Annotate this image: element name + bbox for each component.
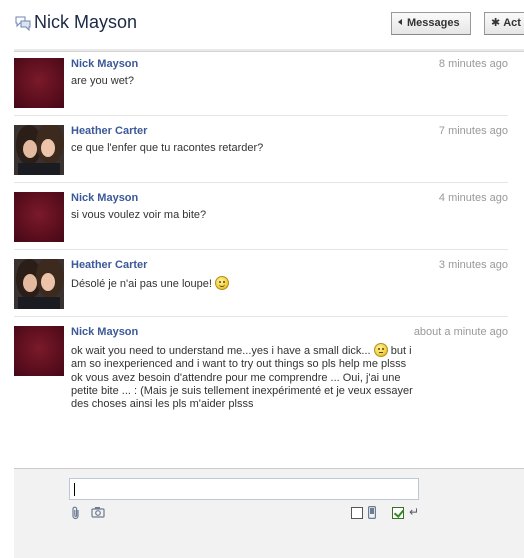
message-text: si vous voulez voir ma bite? — [71, 209, 207, 221]
message-text: ok wait you need to understand me...yes … — [71, 343, 416, 371]
message-divider — [14, 115, 508, 116]
avatar[interactable] — [14, 58, 64, 108]
conversation-header: Nick Mayson Messages ✱ Act — [0, 0, 524, 48]
message-text-part: Désolé je n'ai pas une loupe! — [71, 278, 212, 290]
message-author[interactable]: Heather Carter — [71, 125, 147, 137]
enter-return-icon[interactable]: ↵ — [409, 505, 421, 519]
header-divider — [14, 49, 524, 52]
actions-button-label: Act — [503, 17, 521, 29]
message-text: are you wet? — [71, 75, 134, 87]
camera-icon[interactable] — [91, 506, 105, 520]
message-text: Désolé je n'ai pas une loupe! — [71, 276, 416, 291]
message-timestamp: 8 minutes ago — [438, 58, 508, 70]
avatar[interactable] — [14, 326, 64, 376]
actions-button[interactable]: ✱ Act — [484, 12, 524, 35]
message-item: Nick Mayson 4 minutes ago si vous voulez… — [14, 192, 508, 246]
messages-button-label: Messages — [407, 17, 460, 29]
message-body: ce que l'enfer que tu racontes retarder? — [71, 142, 416, 156]
message-author[interactable]: Heather Carter — [71, 259, 147, 271]
avatar[interactable] — [14, 125, 64, 175]
message-body: Désolé je n'ai pas une loupe! — [71, 276, 416, 292]
phone-icon[interactable] — [367, 506, 377, 520]
message-composer: ↵ — [14, 468, 524, 558]
back-to-messages-button[interactable]: Messages — [391, 12, 471, 35]
message-divider — [14, 182, 508, 183]
message-timestamp: 7 minutes ago — [438, 125, 508, 137]
checkbox-empty[interactable] — [351, 507, 363, 519]
message-timestamp: 4 minutes ago — [438, 192, 508, 204]
message-item: Heather Carter 3 minutes ago Désolé je n… — [14, 259, 508, 313]
message-text: ok vous avez besoin d'attendre pour me c… — [71, 372, 413, 410]
chat-bubbles-icon — [15, 16, 31, 31]
avatar[interactable] — [14, 192, 64, 242]
message-author[interactable]: Nick Mayson — [71, 192, 138, 204]
message-author[interactable]: Nick Mayson — [71, 326, 138, 338]
gear-icon: ✱ — [491, 17, 501, 29]
message-body: ok wait you need to understand me...yes … — [71, 343, 416, 412]
message-input[interactable] — [69, 478, 419, 500]
message-text-part: ok wait you need to understand me...yes … — [71, 345, 371, 357]
message-timestamp: about a minute ago — [413, 326, 508, 338]
message-item: Nick Mayson 8 minutes ago are you wet? — [14, 58, 508, 112]
paperclip-icon[interactable] — [69, 506, 83, 520]
worried-emoticon-icon — [373, 343, 388, 357]
message-timestamp: 3 minutes ago — [438, 259, 508, 271]
page-title: Nick Mayson — [34, 12, 138, 32]
text-caret — [74, 483, 75, 496]
message-divider — [14, 249, 508, 250]
two-girls-photo — [14, 125, 64, 175]
message-text: ce que l'enfer que tu racontes retarder? — [71, 142, 264, 154]
message-divider — [14, 316, 508, 317]
message-author[interactable]: Nick Mayson — [71, 58, 138, 70]
smile-emoticon-icon — [214, 276, 229, 290]
checkbox-checked[interactable] — [392, 507, 404, 519]
message-item: Nick Mayson about a minute ago ok wait y… — [14, 326, 508, 422]
avatar[interactable] — [14, 259, 64, 309]
left-arrow-icon — [398, 19, 402, 25]
message-body: are you wet? — [71, 75, 416, 89]
message-item: Heather Carter 7 minutes ago ce que l'en… — [14, 125, 508, 179]
two-girls-photo — [14, 259, 64, 309]
message-body: si vous voulez voir ma bite? — [71, 209, 416, 223]
